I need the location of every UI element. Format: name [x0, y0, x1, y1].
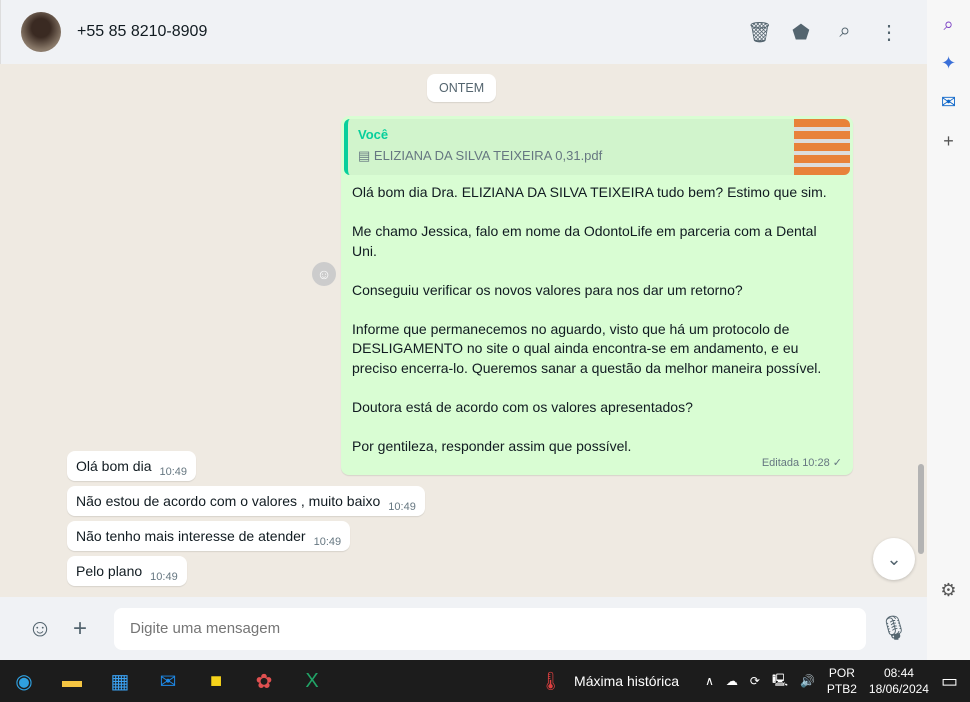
- emoji-react-icon[interactable]: ☺: [312, 262, 336, 286]
- incoming-message[interactable]: Não tenho mais interesse de atender 10:49: [67, 521, 351, 551]
- settings-icon[interactable]: ⚙: [940, 580, 956, 601]
- message-text: Não tenho mais interesse de atender: [76, 528, 306, 544]
- thermometer-icon: 🌡: [539, 670, 563, 691]
- chat-header: +55 85 8210-8909 🗑 ⬟ ⌕ ⋮: [0, 0, 927, 64]
- search-icon[interactable]: ⌕: [835, 20, 855, 45]
- excel-icon[interactable]: X: [288, 670, 336, 693]
- quoted-file[interactable]: Você ▤ ELIZIANA DA SILVA TEIXEIRA 0,31.p…: [344, 119, 850, 175]
- chat-area: ONTEM ☺ Você ▤ ELIZIANA DA SILVA TEIXEIR…: [0, 64, 927, 597]
- store-icon[interactable]: ▦: [96, 669, 144, 694]
- notifications-icon[interactable]: ▭: [941, 671, 958, 692]
- outgoing-message[interactable]: Você ▤ ELIZIANA DA SILVA TEIXEIRA 0,31.p…: [341, 116, 853, 475]
- file-explorer-icon[interactable]: ▬: [48, 670, 96, 693]
- contact-name[interactable]: +55 85 8210-8909: [77, 23, 207, 41]
- incoming-message[interactable]: Olá bom dia 10:49: [67, 451, 197, 481]
- copilot-icon[interactable]: ✦: [941, 53, 956, 74]
- incoming-message[interactable]: Não estou de acordo com o valores , muit…: [67, 486, 425, 516]
- message-time: 10:49: [388, 501, 416, 513]
- update-icon[interactable]: ⟳: [750, 674, 760, 688]
- clock[interactable]: 08:44 18/06/2024: [869, 665, 929, 697]
- message-text: Não estou de acordo com o valores , muit…: [76, 493, 381, 509]
- date-divider: ONTEM: [427, 74, 497, 102]
- microphone-icon[interactable]: 🎙: [874, 614, 914, 643]
- message-input[interactable]: [114, 607, 866, 650]
- scroll-down-button[interactable]: ⌄: [873, 538, 915, 580]
- document-icon: ▤: [358, 148, 374, 163]
- paint-icon[interactable]: ✿: [240, 669, 288, 694]
- attach-plus-icon[interactable]: +: [60, 615, 100, 643]
- whatsapp-window: +55 85 8210-8909 🗑 ⬟ ⌕ ⋮ ONTEM ☺ Você ▤ …: [0, 0, 927, 660]
- label-icon[interactable]: ⬟: [791, 20, 811, 45]
- delete-icon[interactable]: 🗑: [747, 20, 772, 45]
- file-thumbnail: [794, 119, 850, 175]
- menu-icon[interactable]: ⋮: [879, 20, 899, 45]
- chevron-up-icon[interactable]: ∧: [705, 674, 714, 688]
- volume-icon[interactable]: 🔊: [800, 674, 815, 688]
- mail-icon[interactable]: ✉: [144, 669, 192, 694]
- message-text: Pelo plano: [76, 563, 143, 579]
- quote-filename: ELIZIANA DA SILVA TEIXEIRA 0,31.pdf: [373, 148, 603, 163]
- edge-sidebar: ⌕ ✦ ✉ + ⚙: [927, 0, 970, 660]
- network-icon[interactable]: 🖳: [772, 671, 788, 692]
- language-indicator[interactable]: POR PTB2: [827, 665, 857, 697]
- composer: ☺ + 🎙: [0, 597, 927, 660]
- weather-text[interactable]: Máxima histórica: [574, 673, 679, 689]
- outlook-icon[interactable]: ✉: [941, 92, 956, 113]
- sticky-notes-icon[interactable]: ■: [192, 670, 240, 693]
- emoji-icon[interactable]: ☺: [20, 615, 60, 643]
- message-text: Olá bom dia: [76, 458, 152, 474]
- message-time: 10:49: [150, 571, 178, 583]
- search-icon[interactable]: ⌕: [943, 14, 953, 35]
- add-icon[interactable]: +: [943, 131, 954, 152]
- incoming-message[interactable]: Pelo plano 10:49: [67, 556, 187, 586]
- message-meta: Editada 10:28 ✓: [761, 457, 842, 469]
- taskbar: ◉ ▬ ▦ ✉ ■ ✿ X 🌡 Máxima histórica ∧ ☁ ⟳ 🖳…: [0, 660, 970, 702]
- quote-author: Você: [358, 127, 389, 142]
- scrollbar[interactable]: [918, 464, 924, 554]
- message-text: Olá bom dia Dra. ELIZIANA DA SILVA TEIXE…: [352, 184, 827, 454]
- avatar[interactable]: [21, 12, 61, 52]
- onedrive-icon[interactable]: ☁: [726, 674, 738, 688]
- message-time: 10:49: [159, 466, 188, 478]
- edge-icon[interactable]: ◉: [0, 669, 48, 694]
- message-time: 10:49: [313, 536, 342, 548]
